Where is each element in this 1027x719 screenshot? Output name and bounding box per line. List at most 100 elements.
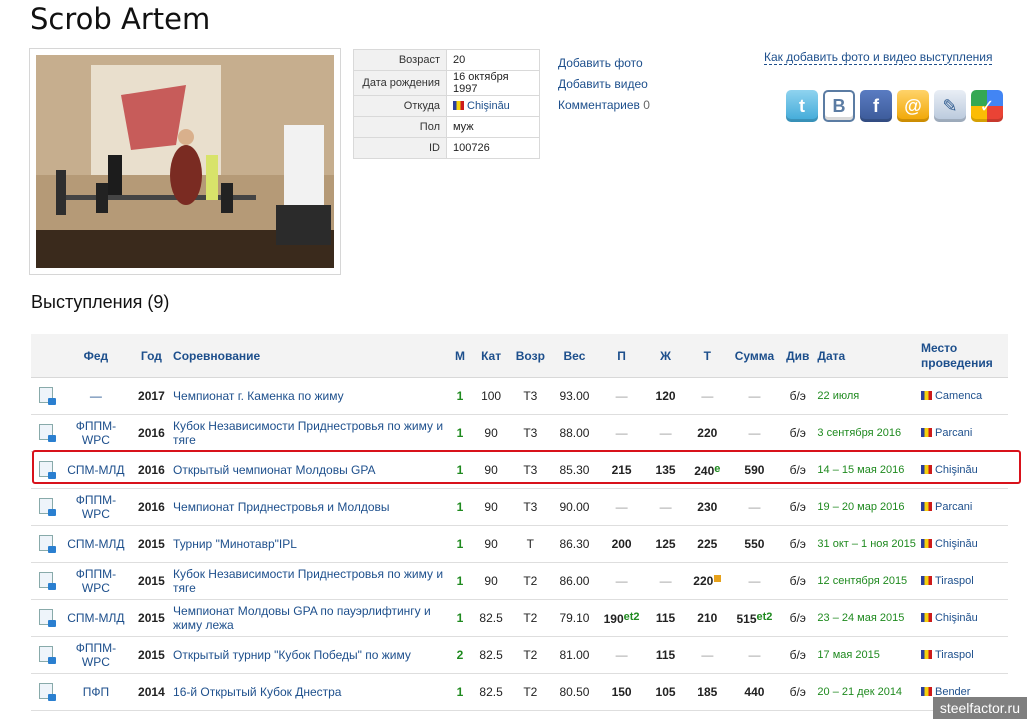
protocol-doc-icon[interactable] bbox=[31, 488, 61, 526]
location-name[interactable]: Tiraspol bbox=[935, 649, 974, 661]
cell-competition[interactable]: Кубок Независимости Приднестровья по жим… bbox=[171, 414, 448, 452]
protocol-doc-icon[interactable] bbox=[31, 673, 61, 711]
cell-division: б/э bbox=[780, 673, 816, 711]
cell-place: 1 bbox=[447, 562, 473, 600]
cell-total: 515et2 bbox=[728, 599, 781, 637]
facebook-icon[interactable]: f bbox=[860, 90, 892, 122]
cell-competition[interactable]: Чемпионат г. Каменка по жиму bbox=[171, 377, 448, 415]
comments-link[interactable]: Комментариев 0 bbox=[558, 95, 650, 116]
cell-competition[interactable]: Открытый турнир "Кубок Победы" по жиму bbox=[171, 636, 448, 674]
header-place[interactable]: М bbox=[447, 334, 473, 378]
note-icon[interactable] bbox=[714, 575, 722, 582]
cell-competition[interactable]: Открытый чемпионат Молдовы GPA bbox=[171, 451, 448, 489]
cell-place: 1 bbox=[447, 414, 473, 452]
cell-fed[interactable]: ФППМ-WPC bbox=[60, 562, 132, 600]
header-year[interactable]: Год bbox=[131, 334, 172, 378]
header-fed[interactable]: Фед bbox=[60, 334, 132, 378]
cell-category: 90 bbox=[472, 488, 510, 526]
location-name[interactable]: Parcani bbox=[935, 501, 972, 513]
cell-fed[interactable]: — bbox=[60, 377, 132, 415]
cell-location[interactable]: Chişinău bbox=[918, 525, 1008, 563]
cell-location[interactable]: Chişinău bbox=[918, 451, 1008, 489]
location-name[interactable]: Camenca bbox=[935, 390, 982, 402]
header-competition[interactable]: Соревнование bbox=[171, 334, 448, 378]
header-category[interactable]: Кат bbox=[472, 334, 510, 378]
protocol-doc-icon[interactable] bbox=[31, 377, 61, 415]
location-name[interactable]: Chişinău bbox=[935, 612, 978, 624]
info-value-cell[interactable]: Chişinău bbox=[446, 95, 540, 117]
cell-competition[interactable]: 16-й Открытый Кубок Днестра bbox=[171, 673, 448, 711]
cell-weight: 90.00 bbox=[551, 488, 598, 526]
header-division[interactable]: Див bbox=[780, 334, 816, 378]
header-date[interactable]: Дата bbox=[815, 334, 919, 378]
cell-fed[interactable]: ФППМ-WPC bbox=[60, 414, 132, 452]
protocol-doc-icon[interactable] bbox=[31, 414, 61, 452]
add-photo-link[interactable]: Добавить фото bbox=[558, 53, 650, 74]
cell-location[interactable]: Tiraspol bbox=[918, 562, 1008, 600]
cell-squat: 200 bbox=[597, 525, 646, 563]
protocol-doc-icon[interactable] bbox=[31, 599, 61, 637]
cell-fed[interactable]: СПМ-МЛД bbox=[60, 525, 132, 563]
cell-category: 90 bbox=[472, 562, 510, 600]
cell-date: 12 сентября 2015 bbox=[815, 562, 919, 600]
cell-year: 2015 bbox=[131, 599, 172, 637]
cell-competition[interactable]: Кубок Независимости Приднестровья по жим… bbox=[171, 562, 448, 600]
info-value: муж bbox=[446, 116, 540, 138]
protocol-doc-icon[interactable] bbox=[31, 525, 61, 563]
cell-location[interactable]: Camenca bbox=[918, 377, 1008, 415]
header-bench[interactable]: Ж bbox=[645, 334, 686, 378]
cell-location[interactable]: Parcani bbox=[918, 414, 1008, 452]
header-total[interactable]: Сумма bbox=[728, 334, 781, 378]
cell-total: 590 bbox=[728, 451, 781, 489]
cell-deadlift: 240e bbox=[685, 451, 729, 489]
cell-category: 82.5 bbox=[472, 673, 510, 711]
info-row-birthdate: Дата рождения 16 октября 1997 bbox=[353, 70, 540, 96]
howto-add-media-link[interactable]: Как добавить фото и видео выступления bbox=[764, 50, 993, 65]
info-row-from: Откуда Chişinău bbox=[353, 95, 540, 117]
cell-competition[interactable]: Турнир "Минотавр"IPL bbox=[171, 525, 448, 563]
protocol-doc-icon[interactable] bbox=[31, 562, 61, 600]
comments-label[interactable]: Комментариев bbox=[558, 98, 640, 112]
header-weight[interactable]: Вес bbox=[551, 334, 598, 378]
cell-fed[interactable]: ФППМ-WPC bbox=[60, 488, 132, 526]
info-key: Дата рождения bbox=[353, 70, 447, 96]
cell-fed[interactable]: ФППМ-WPC bbox=[60, 636, 132, 674]
location-name[interactable]: Parcani bbox=[935, 427, 972, 439]
info-value[interactable]: Chişinău bbox=[467, 100, 510, 112]
header-age[interactable]: Возр bbox=[509, 334, 551, 378]
cell-location[interactable]: Parcani bbox=[918, 488, 1008, 526]
livejournal-icon[interactable]: ✎ bbox=[934, 90, 966, 122]
cell-squat: — bbox=[597, 636, 646, 674]
location-name[interactable]: Chişinău bbox=[935, 538, 978, 550]
table-row: СПМ-МЛД 2015 Чемпионат Молдовы GPA по па… bbox=[31, 599, 1008, 637]
athlete-photo-frame[interactable] bbox=[29, 48, 341, 275]
cell-fed[interactable]: ПФП bbox=[60, 673, 132, 711]
twitter-icon[interactable]: t bbox=[786, 90, 818, 122]
vk-icon[interactable]: В bbox=[823, 90, 855, 122]
google-icon[interactable]: ✓ bbox=[971, 90, 1003, 122]
cell-competition[interactable]: Чемпионат Приднестровья и Молдовы bbox=[171, 488, 448, 526]
cell-location[interactable]: Tiraspol bbox=[918, 636, 1008, 674]
cell-weight: 80.50 bbox=[551, 673, 598, 711]
moldova-flag-icon bbox=[453, 101, 464, 110]
header-squat[interactable]: П bbox=[597, 334, 646, 378]
add-video-link[interactable]: Добавить видео bbox=[558, 74, 650, 95]
info-row-sex: Пол муж bbox=[353, 116, 540, 138]
cell-competition[interactable]: Чемпионат Молдовы GPA по пауэрлифтингу и… bbox=[171, 599, 448, 637]
header-deadlift[interactable]: Т bbox=[685, 334, 729, 378]
cell-year: 2014 bbox=[131, 673, 172, 711]
athlete-photo[interactable] bbox=[36, 55, 334, 268]
mail-icon[interactable]: @ bbox=[897, 90, 929, 122]
cell-total: — bbox=[728, 488, 781, 526]
location-name[interactable]: Chişinău bbox=[935, 464, 978, 476]
header-location: Место проведения bbox=[918, 334, 1008, 378]
protocol-doc-icon[interactable] bbox=[31, 636, 61, 674]
location-name[interactable]: Tiraspol bbox=[935, 575, 974, 587]
cell-year: 2015 bbox=[131, 562, 172, 600]
cell-location[interactable]: Chişinău bbox=[918, 599, 1008, 637]
cell-bench: 115 bbox=[645, 636, 686, 674]
cell-fed[interactable]: СПМ-МЛД bbox=[60, 451, 132, 489]
protocol-doc-icon[interactable] bbox=[31, 451, 61, 489]
cell-age: Т3 bbox=[509, 414, 551, 452]
cell-fed[interactable]: СПМ-МЛД bbox=[60, 599, 132, 637]
